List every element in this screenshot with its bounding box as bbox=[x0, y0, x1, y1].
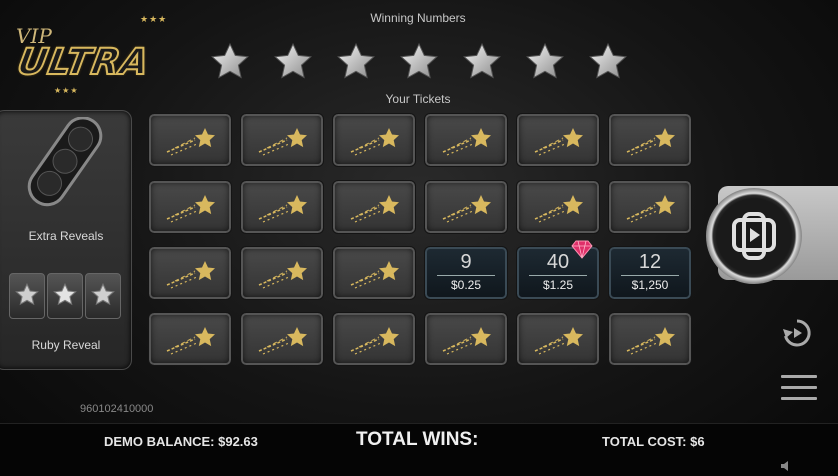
ticket-divider bbox=[621, 275, 679, 276]
ticket-prize: $0.25 bbox=[450, 278, 482, 292]
logo-stars-bottom: ★★★ bbox=[54, 86, 79, 95]
total-wins: TOTAL WINS: bbox=[356, 429, 479, 450]
winning-number-star-icon bbox=[400, 42, 438, 79]
ticket-tile[interactable] bbox=[608, 312, 692, 366]
ticket-tile[interactable] bbox=[332, 246, 416, 300]
ruby-gem-icon bbox=[571, 240, 593, 259]
shooting-star-icon bbox=[626, 327, 675, 355]
ticket-tile[interactable] bbox=[332, 312, 416, 366]
ticket-tile[interactable] bbox=[332, 180, 416, 234]
ruby-reveal-slot-1 bbox=[9, 273, 45, 319]
shooting-star-icon bbox=[166, 128, 215, 156]
star-icon bbox=[53, 282, 77, 306]
reveal-all-icon bbox=[732, 212, 776, 260]
ticket-tile[interactable]: 40 $1.25 bbox=[516, 240, 600, 300]
ticket-tile[interactable] bbox=[240, 246, 324, 300]
shooting-star-icon bbox=[442, 128, 491, 156]
winning-numbers-label: Winning Numbers bbox=[370, 11, 466, 25]
ticket-tile[interactable] bbox=[332, 113, 416, 167]
ticket-tile[interactable] bbox=[424, 113, 508, 167]
your-tickets-label: Your Tickets bbox=[385, 92, 451, 106]
ticket-tile[interactable] bbox=[240, 113, 324, 167]
winning-number-star-icon bbox=[337, 42, 375, 79]
extra-reveals-meter bbox=[27, 117, 103, 207]
ticket-tile[interactable] bbox=[516, 113, 600, 167]
ticket-tile[interactable]: 12 $1,250 bbox=[608, 246, 692, 300]
shooting-star-icon bbox=[442, 195, 491, 223]
shooting-star-icon bbox=[166, 327, 215, 355]
winning-number-star-icon bbox=[526, 42, 564, 79]
sound-icon[interactable] bbox=[780, 460, 792, 472]
shooting-star-icon bbox=[258, 195, 307, 223]
shooting-star-icon bbox=[258, 128, 307, 156]
shooting-star-icon bbox=[534, 128, 583, 156]
shooting-star-icon bbox=[166, 261, 215, 289]
ticket-prize: $1,250 bbox=[631, 278, 669, 292]
menu-icon[interactable] bbox=[781, 375, 817, 401]
shooting-star-icon bbox=[442, 327, 491, 355]
ticket-divider bbox=[529, 275, 587, 276]
shooting-star-icon bbox=[350, 195, 399, 223]
ticket-tile[interactable] bbox=[148, 246, 232, 300]
ticket-tile[interactable] bbox=[148, 312, 232, 366]
ticket-tile[interactable] bbox=[516, 180, 600, 234]
ticket-id: 960102410000 bbox=[80, 403, 154, 415]
ruby-reveal-slot-3 bbox=[85, 273, 121, 319]
shooting-star-icon bbox=[350, 261, 399, 289]
ticket-tile[interactable]: 9 $0.25 bbox=[424, 246, 508, 300]
ticket-tile[interactable] bbox=[424, 180, 508, 234]
shooting-star-icon bbox=[350, 128, 399, 156]
ticket-tile[interactable] bbox=[240, 312, 324, 366]
shooting-star-icon bbox=[258, 261, 307, 289]
shooting-star-icon bbox=[258, 327, 307, 355]
ticket-tile[interactable] bbox=[148, 113, 232, 167]
winning-number-star-icon bbox=[463, 42, 501, 79]
winning-number-star-icon bbox=[211, 42, 249, 79]
ticket-divider bbox=[437, 275, 495, 276]
star-icon bbox=[91, 282, 115, 306]
ticket-prize: $1.25 bbox=[542, 278, 574, 292]
logo-ultra-text: ULTRA bbox=[13, 41, 154, 84]
shooting-star-icon bbox=[534, 327, 583, 355]
replay-icon[interactable] bbox=[780, 316, 814, 350]
play-button[interactable] bbox=[706, 188, 802, 284]
shooting-star-icon bbox=[534, 195, 583, 223]
demo-balance: DEMO BALANCE: $92.63 bbox=[104, 434, 258, 449]
ruby-reveal-label: Ruby Reveal bbox=[31, 338, 101, 352]
left-bonus-panel: Extra Reveals Ruby Reveal bbox=[0, 110, 132, 370]
shooting-star-icon bbox=[166, 195, 215, 223]
ticket-number: 9 bbox=[460, 251, 472, 273]
logo-stars-top: ★★★ bbox=[140, 14, 168, 24]
ticket-tile[interactable] bbox=[424, 312, 508, 366]
vip-ultra-logo: VIP ULTRA ★★★ ★★★ bbox=[13, 10, 168, 100]
ticket-tile[interactable] bbox=[608, 113, 692, 167]
extra-reveals-label: Extra Reveals bbox=[28, 229, 104, 243]
ticket-tile[interactable] bbox=[240, 180, 324, 234]
ticket-number: 12 bbox=[638, 251, 662, 273]
ticket-tile[interactable] bbox=[148, 180, 232, 234]
ruby-reveal-slot-2 bbox=[47, 273, 83, 319]
shooting-star-icon bbox=[626, 195, 675, 223]
shooting-star-icon bbox=[350, 327, 399, 355]
shooting-star-icon bbox=[626, 128, 675, 156]
winning-number-star-icon bbox=[274, 42, 312, 79]
total-cost: TOTAL COST: $6 bbox=[602, 434, 705, 449]
star-icon bbox=[15, 282, 39, 306]
ticket-tile[interactable] bbox=[608, 180, 692, 234]
ticket-tile[interactable] bbox=[516, 312, 600, 366]
winning-number-star-icon bbox=[589, 42, 627, 79]
